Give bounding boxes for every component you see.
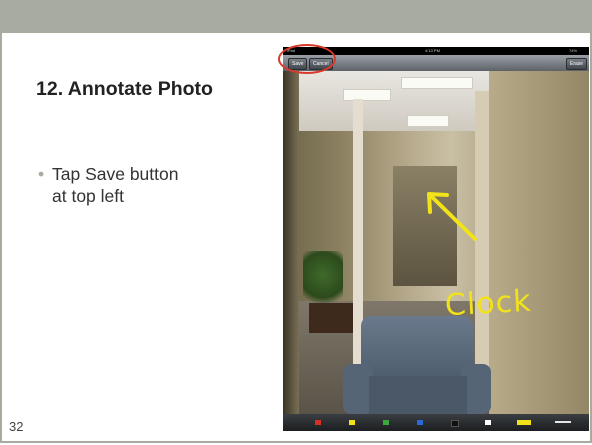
bullet-marker: • [38,164,45,184]
color-palette-bar [283,414,589,431]
line-width-swatch[interactable] [555,421,571,423]
chair-seat [369,376,467,414]
green-swatch[interactable] [383,420,389,425]
chair-back [361,316,473,378]
status-time: 4:13 PM [425,48,440,53]
slide-title: 12. Annotate Photo [36,78,213,100]
ipad-screenshot: iPad 4:13 PM 74% Save Cancel Erase Clock [283,47,589,431]
status-battery: 74% [569,48,578,53]
white-swatch[interactable] [485,420,491,425]
slide-header-bar [0,0,592,33]
annotated-photo[interactable]: Clock [283,71,589,414]
highlight-circle [278,44,336,74]
yellow-swatch[interactable] [349,420,355,425]
highlighter-swatch[interactable] [517,420,531,425]
page-number: 32 [9,419,24,434]
black-swatch[interactable] [451,420,459,427]
chair [343,316,493,414]
blue-swatch[interactable] [417,420,423,425]
bullet-text: Tap Save button at top left [52,164,179,206]
red-swatch[interactable] [315,420,321,425]
erase-button[interactable]: Erase [566,58,588,70]
